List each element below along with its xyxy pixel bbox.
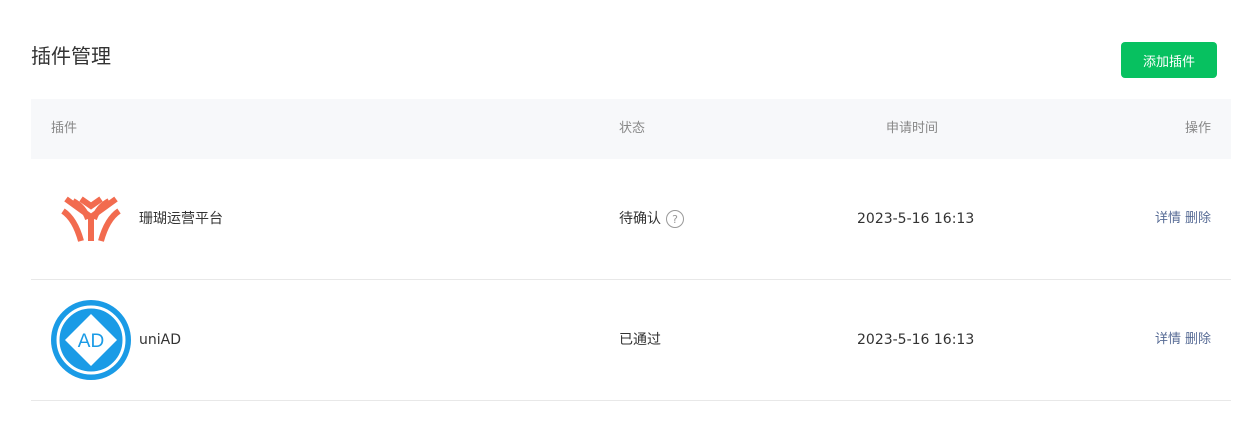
plugin-name: uniAD [139, 332, 181, 348]
status-text: 待确认 [619, 211, 661, 227]
table-header: 插件 状态 申请时间 操作 [31, 99, 1231, 159]
column-header-plugin: 插件 [51, 121, 78, 136]
apply-time: 2023-5-16 16:13 [857, 332, 975, 348]
detail-link[interactable]: 详情 [1155, 332, 1181, 347]
plugin-name: 珊瑚运营平台 [139, 211, 223, 227]
status-text: 已通过 [619, 332, 661, 348]
row-actions: 详情 删除 [1155, 280, 1211, 400]
delete-link[interactable]: 删除 [1185, 332, 1211, 347]
table-row: AD uniAD 已通过 2023-5-16 16:13 详情 删除 [31, 280, 1231, 401]
question-icon[interactable]: ? [666, 210, 684, 228]
row-actions: 详情 删除 [1155, 159, 1211, 279]
coral-logo-icon [51, 179, 131, 259]
status-cell: 待确认 ? [619, 159, 684, 279]
svg-text:AD: AD [78, 331, 104, 352]
plugin-table: 插件 状态 申请时间 操作 珊瑚运营平台 待确认 ? 2023-5-16 16:… [31, 99, 1231, 401]
detail-link[interactable]: 详情 [1155, 211, 1181, 226]
table-row: 珊瑚运营平台 待确认 ? 2023-5-16 16:13 详情 删除 [31, 159, 1231, 280]
column-header-status: 状态 [619, 121, 646, 136]
page-title: 插件管理 [31, 44, 111, 68]
status-cell: 已通过 [619, 280, 661, 400]
uniad-logo-icon: AD [51, 300, 131, 380]
apply-time: 2023-5-16 16:13 [857, 211, 975, 227]
column-header-time: 申请时间 [886, 121, 939, 136]
delete-link[interactable]: 删除 [1185, 211, 1211, 226]
column-header-actions: 操作 [1184, 121, 1211, 136]
add-plugin-button[interactable]: 添加插件 [1121, 42, 1217, 78]
